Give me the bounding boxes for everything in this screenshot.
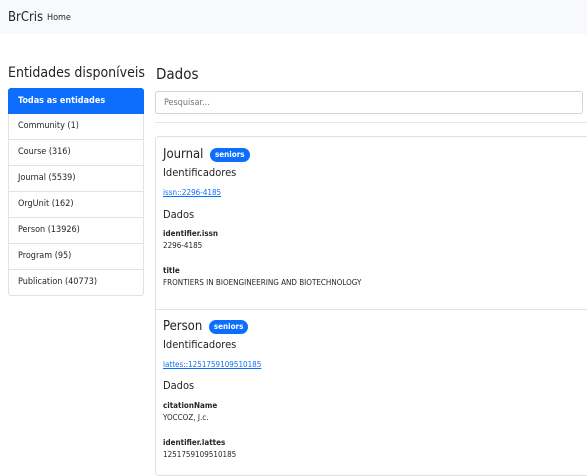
navbar: BrCris Home	[0, 0, 587, 34]
sidebar-item-community[interactable]: Community (1)	[8, 114, 144, 140]
search-input[interactable]	[155, 91, 583, 114]
field-name: identifier.lattes	[163, 438, 226, 447]
entity-type: Person	[163, 319, 203, 334]
field-name: citationName	[163, 401, 218, 410]
field-name: title	[163, 266, 180, 275]
source-badge: seniors	[210, 147, 250, 162]
sidebar-item-course[interactable]: Course (316)	[8, 140, 144, 166]
source-badge: seniors	[208, 319, 249, 334]
result-header: Person seniors	[163, 316, 249, 335]
identifier-link[interactable]: lattes::1251759109510185	[163, 360, 261, 370]
brand-link[interactable]: BrCris	[8, 11, 43, 25]
entity-list: Todas as entidades Community (1) Course …	[8, 88, 144, 296]
sidebar-item-person[interactable]: Person (13926)	[8, 218, 144, 244]
nav-home-link[interactable]: Home	[47, 13, 71, 23]
sidebar-title: Entidades disponíveis	[8, 65, 145, 81]
data-heading: Dados	[163, 208, 195, 221]
identifier-link[interactable]: issn::2296-4185	[163, 188, 221, 198]
results-list	[155, 136, 587, 476]
sidebar-item-journal[interactable]: Journal (5539)	[8, 166, 144, 192]
sidebar-item-program[interactable]: Program (95)	[8, 244, 144, 270]
divider	[155, 122, 587, 123]
identifiers-heading: Identificadores	[163, 166, 237, 179]
sidebar-item-publication[interactable]: Publication (40773)	[8, 270, 144, 296]
result-header: Journal seniors	[163, 144, 250, 163]
field-value: 1251759109510185	[163, 450, 237, 459]
page-title: Dados	[156, 65, 199, 83]
field-value: FRONTIERS IN BIOENGINEERING AND BIOTECHN…	[163, 278, 362, 287]
field-value: YOCCOZ, J.c.	[163, 413, 209, 422]
field-name: identifier.issn	[163, 229, 219, 238]
sidebar-item-orgunit[interactable]: OrgUnit (162)	[8, 192, 144, 218]
field-value: 2296-4185	[163, 241, 203, 250]
result-separator	[155, 309, 587, 310]
identifiers-heading: Identificadores	[163, 338, 237, 351]
sidebar-item-all-entities[interactable]: Todas as entidades	[8, 88, 144, 114]
entity-type: Journal	[163, 147, 204, 162]
data-heading: Dados	[163, 379, 195, 392]
